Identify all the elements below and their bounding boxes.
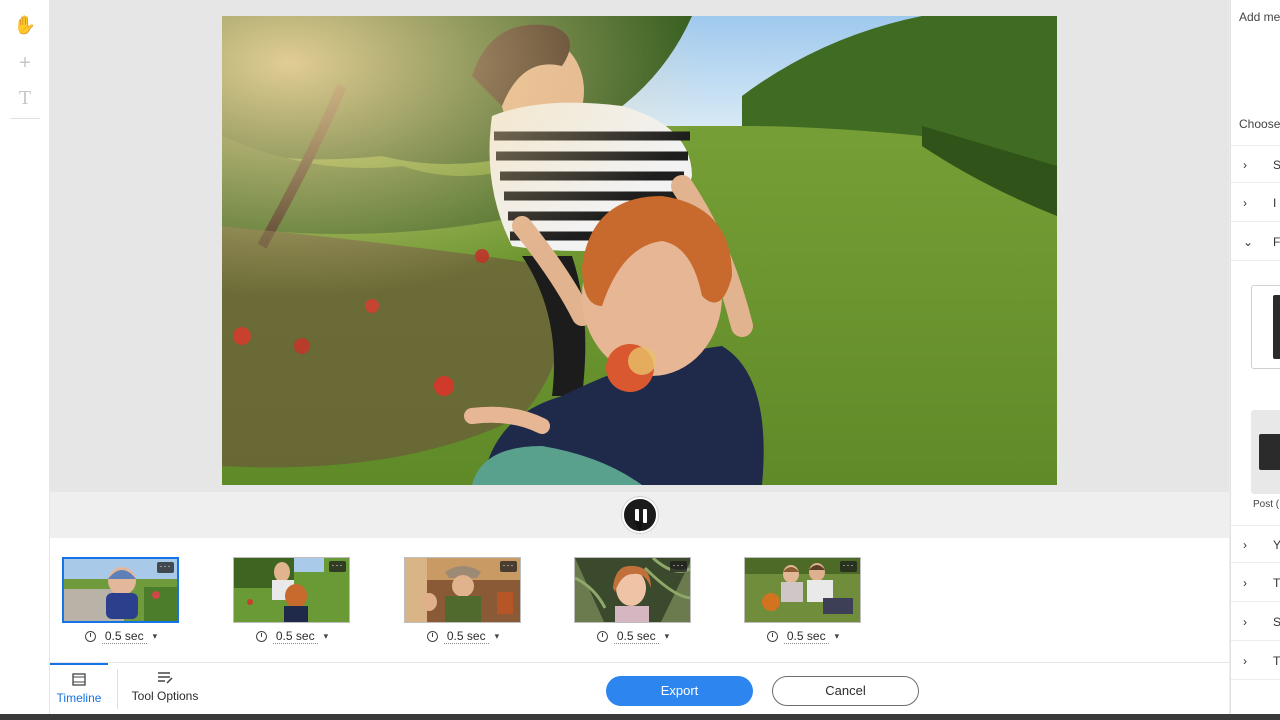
section-label: Y [1273,538,1280,552]
clock-icon [84,630,96,642]
panel-section-row[interactable]: › S [1231,145,1280,183]
timeline-clip-4[interactable]: ··· 0.5 sec ▾ [574,557,692,644]
chevron-right-icon: › [1243,576,1247,590]
hand-icon[interactable]: ✋ [13,13,37,37]
clip-thumbnail[interactable]: ··· [404,557,521,623]
duration-value[interactable]: 0.5 sec [613,629,659,644]
panel-section-row[interactable]: › Y [1231,525,1280,563]
right-panel: Add me Choose › S › I ⌄ F Post ( › Y › T… [1230,0,1280,714]
clock-icon [426,630,438,642]
chevron-down-icon[interactable]: ▾ [835,631,840,642]
window-bottom-edge [0,714,1280,720]
clip-thumbnail[interactable]: ··· [233,557,350,623]
cancel-button[interactable]: Cancel [772,676,919,706]
chevron-down-icon[interactable]: ▾ [665,631,670,642]
section-label: F [1273,235,1280,249]
preview-image [222,16,1057,485]
clip-thumbnail[interactable]: ··· [574,557,691,623]
tool-options-icon [157,671,173,685]
duration-value[interactable]: 0.5 sec [272,629,318,644]
section-label: S [1273,158,1280,172]
duration-value[interactable]: 0.5 sec [443,629,489,644]
plus-icon[interactable]: + [13,51,37,75]
clip-more-button[interactable]: ··· [670,561,687,572]
toolbar-divider [10,118,40,119]
tab-label: Tool Options [131,689,199,703]
duration-control[interactable]: 0.5 sec ▾ [404,628,522,644]
clip-more-button[interactable]: ··· [157,562,174,573]
duration-control[interactable]: 0.5 sec ▾ [62,628,180,644]
tab-tool-options[interactable]: Tool Options [122,663,208,715]
filmstrip-icon [71,673,87,687]
add-media-text: Add me [1239,10,1280,24]
left-toolbar: ✋ + T [0,0,50,720]
duration-value[interactable]: 0.5 sec [783,629,829,644]
chevron-right-icon: › [1243,538,1247,552]
clip-thumbnail[interactable]: ··· [744,557,861,623]
text-tool-icon[interactable]: T [13,87,37,111]
bottom-bar: Timeline Tool Options Export Cancel [50,662,1230,714]
duration-value[interactable]: 0.5 sec [101,629,147,644]
timeline-clip-5[interactable]: ··· 0.5 sec ▾ [744,557,862,644]
clip-more-button[interactable]: ··· [840,561,857,572]
chevron-down-icon: ⌄ [1243,235,1254,249]
timeline-strip: ··· 0.5 sec ▾ ··· 0.5 sec ▾ ··· 0.5 sec … [50,538,1230,662]
panel-preview-thumb [1273,295,1280,359]
chevron-right-icon: › [1243,158,1247,172]
panel-section-row[interactable]: › T [1231,564,1280,602]
export-button[interactable]: Export [606,676,753,706]
timeline-clip-1[interactable]: ··· 0.5 sec ▾ [62,557,180,644]
section-label: S [1273,615,1280,629]
tab-divider [117,669,118,709]
duration-control[interactable]: 0.5 sec ▾ [744,628,862,644]
chevron-down-icon[interactable]: ▾ [324,631,329,642]
panel-preview-thumb [1259,434,1280,470]
tab-timeline[interactable]: Timeline [50,663,108,715]
panel-section-row-expanded[interactable]: ⌄ F [1231,223,1280,261]
tab-label: Timeline [56,691,102,705]
clip-more-button[interactable]: ··· [500,561,517,572]
section-label: T [1273,654,1280,668]
clip-more-button[interactable]: ··· [329,561,346,572]
duration-control[interactable]: 0.5 sec ▾ [233,628,351,644]
timeline-clip-3[interactable]: ··· 0.5 sec ▾ [404,557,522,644]
clock-icon [596,630,608,642]
section-label: I [1273,196,1277,210]
chevron-right-icon: › [1243,654,1247,668]
app-window: ✋ + T ··· 0.5 sec ▾ ··· 0.5 sec ▾ ··· 0.… [0,0,1280,720]
choose-text: Choose [1239,117,1280,131]
preview-canvas [50,0,1230,492]
panel-section-row[interactable]: › S [1231,603,1280,641]
clip-thumbnail[interactable]: ··· [62,557,179,623]
duration-control[interactable]: 0.5 sec ▾ [574,628,692,644]
chevron-right-icon: › [1243,196,1247,210]
clock-icon [766,630,778,642]
panel-section-row[interactable]: › T [1231,642,1280,680]
timeline-clip-2[interactable]: ··· 0.5 sec ▾ [233,557,351,644]
post-text: Post ( [1253,499,1280,510]
chevron-down-icon[interactable]: ▾ [153,631,158,642]
chevron-right-icon: › [1243,615,1247,629]
clock-icon [255,630,267,642]
chevron-down-icon[interactable]: ▾ [495,631,500,642]
panel-section-row[interactable]: › I [1231,184,1280,222]
section-label: T [1273,576,1280,590]
